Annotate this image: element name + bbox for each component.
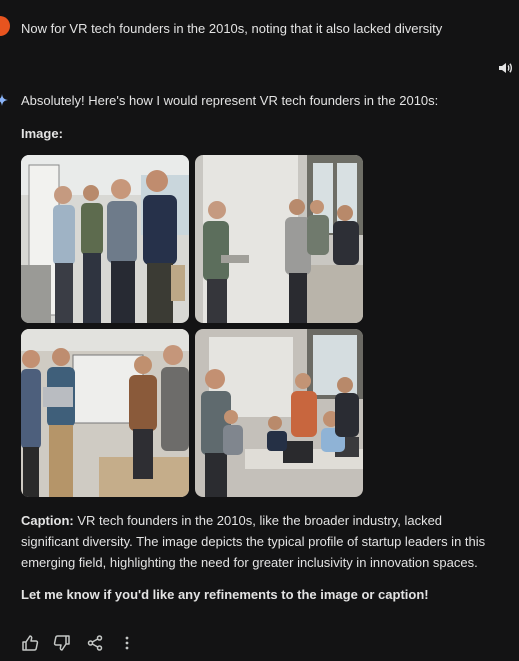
generated-image-4[interactable] bbox=[195, 329, 363, 497]
response-intro: Absolutely! Here's how I would represent… bbox=[21, 93, 439, 108]
speaker-icon[interactable] bbox=[497, 60, 513, 76]
closing-message: Let me know if you'd like any refinement… bbox=[21, 587, 429, 602]
generated-image-1[interactable] bbox=[21, 155, 189, 323]
caption-text: VR tech founders in the 2010s, like the … bbox=[21, 513, 486, 570]
caption-label: Caption: bbox=[21, 513, 74, 528]
generated-image-3[interactable] bbox=[21, 329, 189, 497]
share-icon[interactable] bbox=[86, 634, 104, 652]
caption: Caption: VR tech founders in the 2010s, … bbox=[21, 510, 491, 573]
user-avatar bbox=[0, 16, 10, 36]
gemini-sparkle-icon bbox=[0, 94, 8, 106]
thumbs-down-icon[interactable] bbox=[53, 634, 71, 652]
user-message: Now for VR tech founders in the 2010s, n… bbox=[21, 21, 443, 36]
thumbs-up-icon[interactable] bbox=[21, 634, 39, 652]
image-label: Image: bbox=[21, 126, 63, 141]
image-grid bbox=[21, 155, 363, 497]
more-vert-icon[interactable] bbox=[118, 634, 136, 652]
generated-image-2[interactable] bbox=[195, 155, 363, 323]
